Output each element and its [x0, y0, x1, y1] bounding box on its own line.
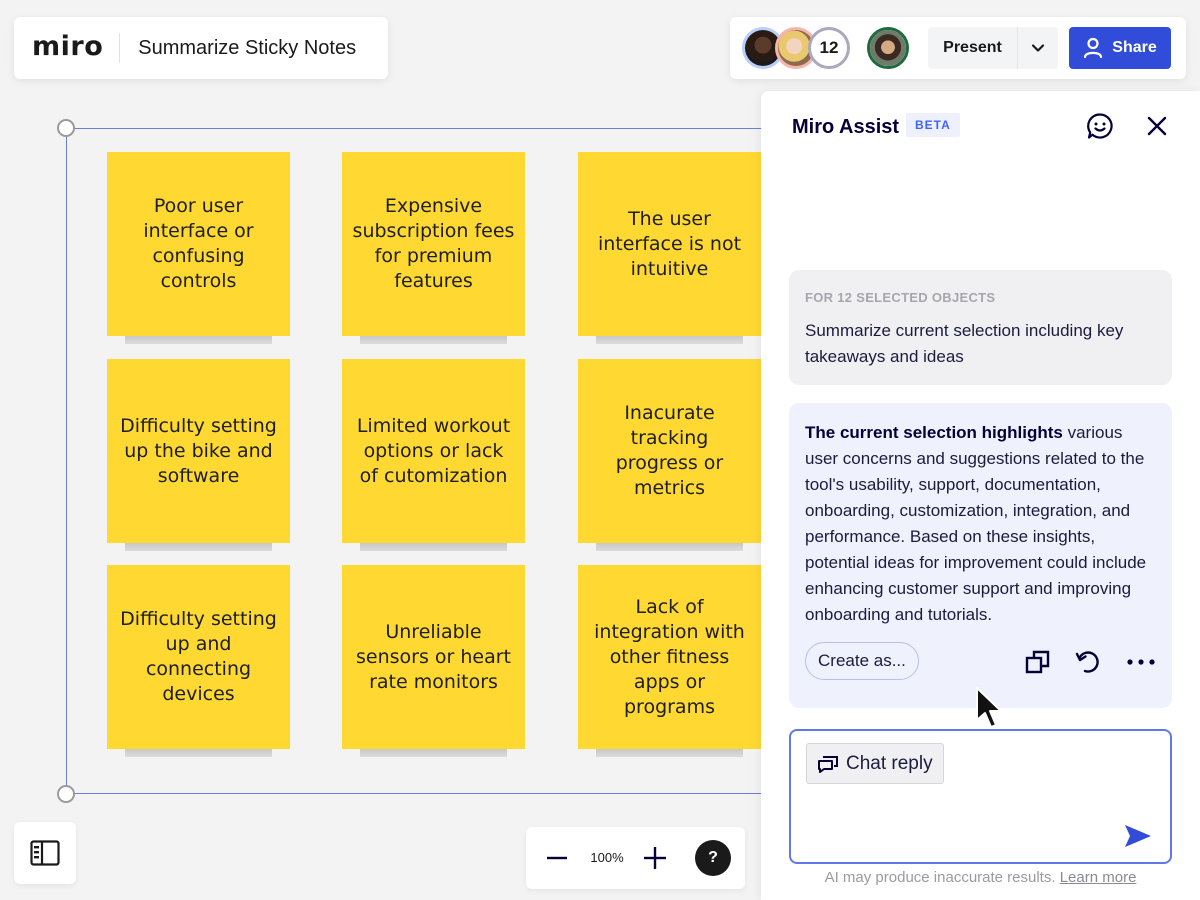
sidebar-panel-icon [30, 840, 60, 866]
prompt-text: Summarize current selection including ke… [805, 321, 1124, 366]
prompt-context-label: FOR 12 SELECTED OBJECTS [805, 290, 996, 305]
feedback-button[interactable] [1085, 111, 1115, 141]
close-button[interactable] [1142, 111, 1172, 141]
user-icon [1084, 37, 1103, 59]
miro-logo[interactable]: miro [32, 33, 103, 64]
board-title[interactable]: Summarize Sticky Notes [138, 37, 356, 60]
send-icon [1125, 825, 1151, 847]
prompt-card: FOR 12 SELECTED OBJECTS Summarize curren… [789, 270, 1172, 385]
board-title-card: miro Summarize Sticky Notes [14, 17, 388, 79]
copy-button[interactable] [1022, 646, 1054, 678]
beta-badge: BETA [906, 113, 960, 137]
sticky-note[interactable]: Unreliable sensors or heart rate monitor… [342, 565, 525, 757]
response-card: The current selection highlights various… [789, 403, 1172, 708]
collaboration-toolbar: 12 Present Share [730, 17, 1186, 79]
resize-handle-bottom-left[interactable] [57, 785, 75, 803]
more-horizontal-icon [1127, 659, 1155, 665]
title-divider [119, 33, 121, 63]
response-text: The current selection highlights various… [805, 420, 1156, 628]
response-body: various user concerns and suggestions re… [805, 423, 1147, 624]
send-button[interactable] [1122, 822, 1154, 850]
chat-reply-chip[interactable]: Chat reply [806, 743, 944, 784]
sticky-note[interactable]: Difficulty setting up and connecting dev… [107, 565, 290, 757]
minus-icon [547, 856, 567, 860]
zoom-out-button[interactable] [542, 843, 572, 873]
ai-disclaimer: AI may produce inaccurate results. Learn… [761, 869, 1200, 886]
help-button[interactable]: ? [695, 840, 731, 876]
current-user-avatar[interactable] [867, 27, 909, 69]
chat-input[interactable]: Chat reply [789, 729, 1172, 864]
resize-handle-top-left[interactable] [57, 119, 75, 137]
chat-reply-label: Chat reply [846, 752, 933, 774]
chevron-down-icon [1031, 44, 1045, 52]
sticky-note[interactable]: Lack of integration with other fitness a… [578, 565, 761, 757]
chat-bubbles-icon [818, 755, 838, 773]
smiley-chat-icon [1087, 113, 1113, 139]
disclaimer-text: AI may produce inaccurate results. [824, 869, 1056, 886]
regenerate-button[interactable] [1071, 646, 1103, 678]
copy-icon [1025, 650, 1050, 674]
sticky-note[interactable]: Expensive subscription fees for premium … [342, 152, 525, 344]
retry-icon [1075, 651, 1099, 673]
zoom-in-button[interactable] [640, 843, 670, 873]
sticky-note[interactable]: Poor user interface or confusing control… [107, 152, 290, 344]
present-options-button[interactable] [1018, 27, 1058, 69]
toggle-sidebar-button[interactable] [14, 822, 76, 884]
response-lead: The current selection highlights [805, 423, 1063, 442]
zoom-level[interactable]: 100% [586, 850, 628, 865]
more-collaborators-count[interactable]: 12 [808, 27, 850, 69]
assist-title: Miro Assist [792, 116, 900, 138]
miro-assist-panel: Miro Assist BETA FOR 12 SELECTED OBJECTS… [761, 91, 1200, 900]
share-label: Share [1112, 39, 1157, 56]
sticky-note[interactable]: Difficulty setting up the bike and softw… [107, 359, 290, 551]
zoom-controls: 100% ? [526, 827, 745, 889]
plus-icon [644, 847, 666, 869]
sticky-note[interactable]: Limited workout options or lack of cutom… [342, 359, 525, 551]
learn-more-link[interactable]: Learn more [1060, 869, 1137, 886]
present-button[interactable]: Present [928, 27, 1018, 69]
close-icon [1147, 116, 1167, 136]
sticky-note[interactable]: Inacurate tracking progress or metrics [578, 359, 761, 551]
mouse-cursor-icon [976, 687, 1002, 728]
sticky-note[interactable]: The user interface is not intuitive [578, 152, 761, 344]
share-button[interactable]: Share [1069, 27, 1171, 69]
present-button-group: Present [928, 27, 1058, 69]
more-options-button[interactable] [1125, 646, 1157, 678]
create-as-button[interactable]: Create as... [805, 642, 919, 680]
